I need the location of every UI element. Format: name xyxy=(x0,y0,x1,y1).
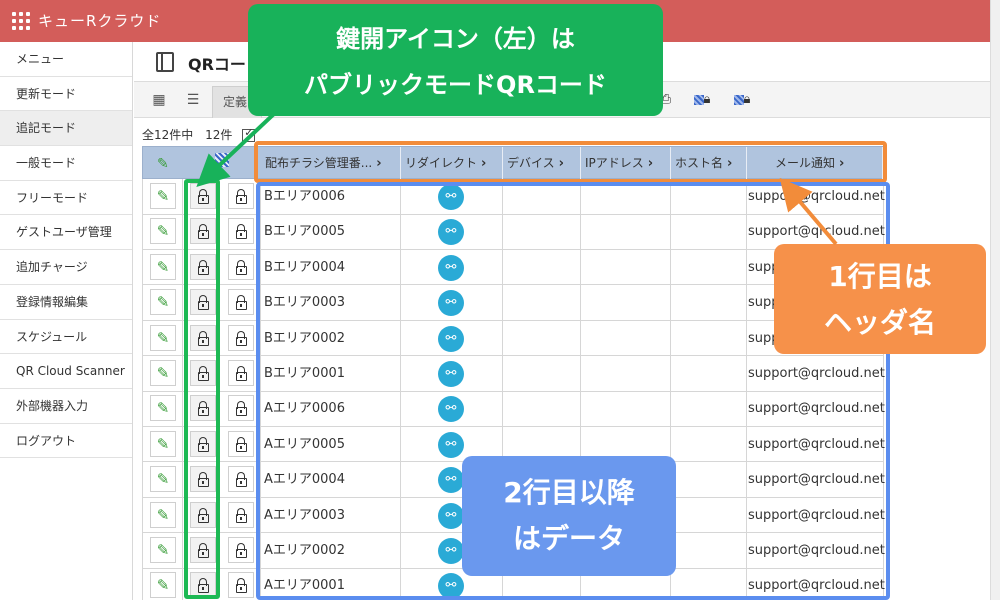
qr-lock-button[interactable] xyxy=(228,395,254,422)
qr-lock-button[interactable] xyxy=(228,218,254,245)
edit-pencil-icon[interactable]: ✎ xyxy=(150,183,176,209)
record-count: 全12件中 12件 xyxy=(142,126,256,143)
edit-pencil-icon[interactable]: ✎ xyxy=(150,430,176,457)
qr-lock-button[interactable] xyxy=(228,289,254,316)
sidebar-item[interactable]: ゲストユーザ管理 xyxy=(0,215,132,251)
sidebar-item[interactable]: 外部機器入力 xyxy=(0,389,132,424)
qr-lock-button[interactable] xyxy=(228,183,254,209)
unlock-icon xyxy=(236,295,247,311)
unlock-icon xyxy=(236,259,247,275)
edit-pencil-icon[interactable]: ✎ xyxy=(150,395,176,422)
edit-pencil-icon[interactable]: ✎ xyxy=(150,289,176,316)
unlock-icon xyxy=(236,401,247,417)
callout-header-row: 1行目は ヘッダ名 xyxy=(774,244,986,354)
qr-lock-button[interactable] xyxy=(228,430,254,457)
sidebar-item[interactable]: メニュー xyxy=(0,42,132,77)
notebook-icon xyxy=(156,52,174,72)
qr-lock-button[interactable] xyxy=(228,537,254,563)
pencil-icon: ✎ xyxy=(157,156,169,172)
qr-lock-button[interactable] xyxy=(228,466,254,493)
qr-lock-icon-2[interactable]: 🔒︎ xyxy=(730,89,754,111)
header-row-highlight xyxy=(254,141,887,183)
unlock-icon xyxy=(236,507,247,523)
sidebar: メニュー 更新モード 追記モード 一般モード フリーモード ゲストユーザ管理 追加チャージ登… xyxy=(0,42,133,600)
edit-pencil-icon[interactable]: ✎ xyxy=(150,360,176,386)
callout-public-mode: 鍵開アイコン（左）は パブリックモードQRコード xyxy=(248,4,663,116)
edit-pencil-icon[interactable]: ✎ xyxy=(150,218,176,245)
grid-view-icon[interactable]: ▦ xyxy=(144,87,174,113)
callout-data-rows: 2行目以降 はデータ xyxy=(462,456,676,576)
qr-code-icon xyxy=(215,153,229,167)
sidebar-item[interactable]: 追記モード xyxy=(0,111,132,147)
unlock-icon xyxy=(236,543,247,558)
window-scrollbar[interactable] xyxy=(990,0,1000,600)
unlock-icon xyxy=(236,366,247,381)
list-view-icon[interactable]: ☰ xyxy=(178,87,208,113)
qr-lock-button[interactable] xyxy=(228,324,254,351)
sidebar-item[interactable]: ログアウト xyxy=(0,424,132,459)
app-menu-grid-icon[interactable] xyxy=(12,12,30,30)
unlock-icon xyxy=(236,224,247,240)
qr-lock-button[interactable] xyxy=(228,572,254,599)
public-lock-column-highlight xyxy=(184,179,220,599)
unlock-icon xyxy=(236,330,247,346)
sidebar-item[interactable]: スケジュール xyxy=(0,320,132,355)
sidebar-item[interactable]: QR Cloud Scanner xyxy=(0,354,132,389)
edit-pencil-icon[interactable]: ✎ xyxy=(150,572,176,599)
page-title: QRコー xyxy=(188,55,246,74)
unlock-icon xyxy=(236,578,247,594)
sidebar-item[interactable]: 一般モード xyxy=(0,146,132,181)
sidebar-item[interactable]: 更新モード xyxy=(0,77,132,112)
unlock-icon xyxy=(236,436,247,452)
edit-pencil-icon[interactable]: ✎ xyxy=(150,537,176,563)
sidebar-item[interactable]: フリーモード xyxy=(0,181,132,216)
sidebar-item[interactable]: 追加チャージ xyxy=(0,250,132,285)
qr-lock-button[interactable] xyxy=(228,501,254,528)
sidebar-item[interactable]: 登録情報編集 xyxy=(0,285,132,320)
qr-lock-icon[interactable]: 🔒︎ xyxy=(690,89,714,111)
unlock-icon xyxy=(236,472,247,488)
qr-lock-button[interactable] xyxy=(228,360,254,386)
edit-pencil-icon[interactable]: ✎ xyxy=(150,324,176,351)
unlock-icon xyxy=(236,189,247,204)
shown-count: 12件 xyxy=(205,128,233,142)
edit-pencil-icon[interactable]: ✎ xyxy=(150,466,176,493)
qr-lock-button[interactable] xyxy=(228,253,254,280)
select-all-checkbox[interactable] xyxy=(242,126,256,142)
edit-pencil-icon[interactable]: ✎ xyxy=(150,501,176,528)
app-title: キューRクラウド xyxy=(38,12,162,30)
total-count: 全12件中 xyxy=(142,128,194,142)
edit-pencil-icon[interactable]: ✎ xyxy=(150,253,176,280)
